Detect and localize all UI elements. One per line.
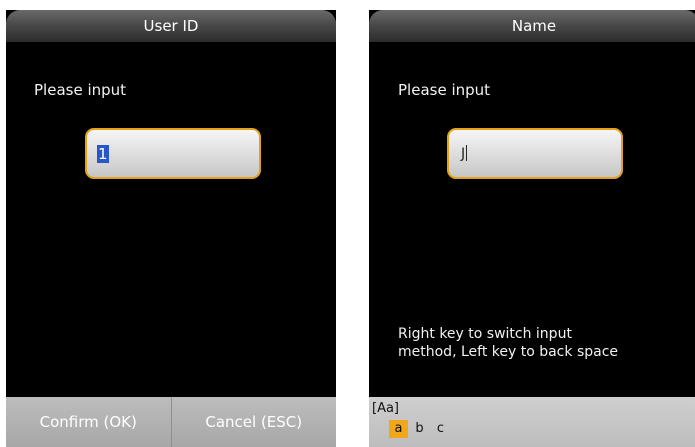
- title-bar: User ID: [6, 10, 336, 42]
- hint-line-2: method, Left key to back space: [398, 344, 619, 360]
- cancel-button[interactable]: Cancel (ESC): [170, 397, 337, 447]
- input-prompt: Please input: [34, 81, 127, 99]
- input-hint: Right key to switch input method, Left k…: [398, 325, 688, 361]
- softkey-bar: Confirm (OK) Cancel (ESC): [6, 397, 336, 447]
- input-prompt: Please input: [398, 81, 491, 99]
- name-input[interactable]: J: [447, 128, 623, 179]
- name-value: J: [461, 146, 466, 162]
- user-id-screen: User ID Please input 1 Confirm (OK) Canc…: [6, 10, 336, 447]
- confirm-button[interactable]: Confirm (OK): [6, 397, 171, 447]
- text-caret: [466, 145, 468, 161]
- user-id-value: 1: [97, 145, 109, 163]
- title-bar: Name: [369, 10, 695, 42]
- candidate-list: a b c: [389, 420, 450, 438]
- candidate-a[interactable]: a: [389, 420, 408, 438]
- name-screen: Name Please input J Right key to switch …: [369, 10, 695, 447]
- input-mode-indicator: [Aa]: [372, 401, 400, 416]
- name-value-wrap: J: [461, 145, 468, 163]
- user-id-input[interactable]: 1: [85, 128, 261, 179]
- candidate-c[interactable]: c: [431, 420, 450, 438]
- hint-line-1: Right key to switch input: [398, 326, 572, 342]
- screen-title: Name: [511, 17, 557, 35]
- input-method-panel: [Aa] a b c: [369, 397, 695, 447]
- candidate-b[interactable]: b: [410, 420, 429, 438]
- screen-title: User ID: [143, 17, 199, 35]
